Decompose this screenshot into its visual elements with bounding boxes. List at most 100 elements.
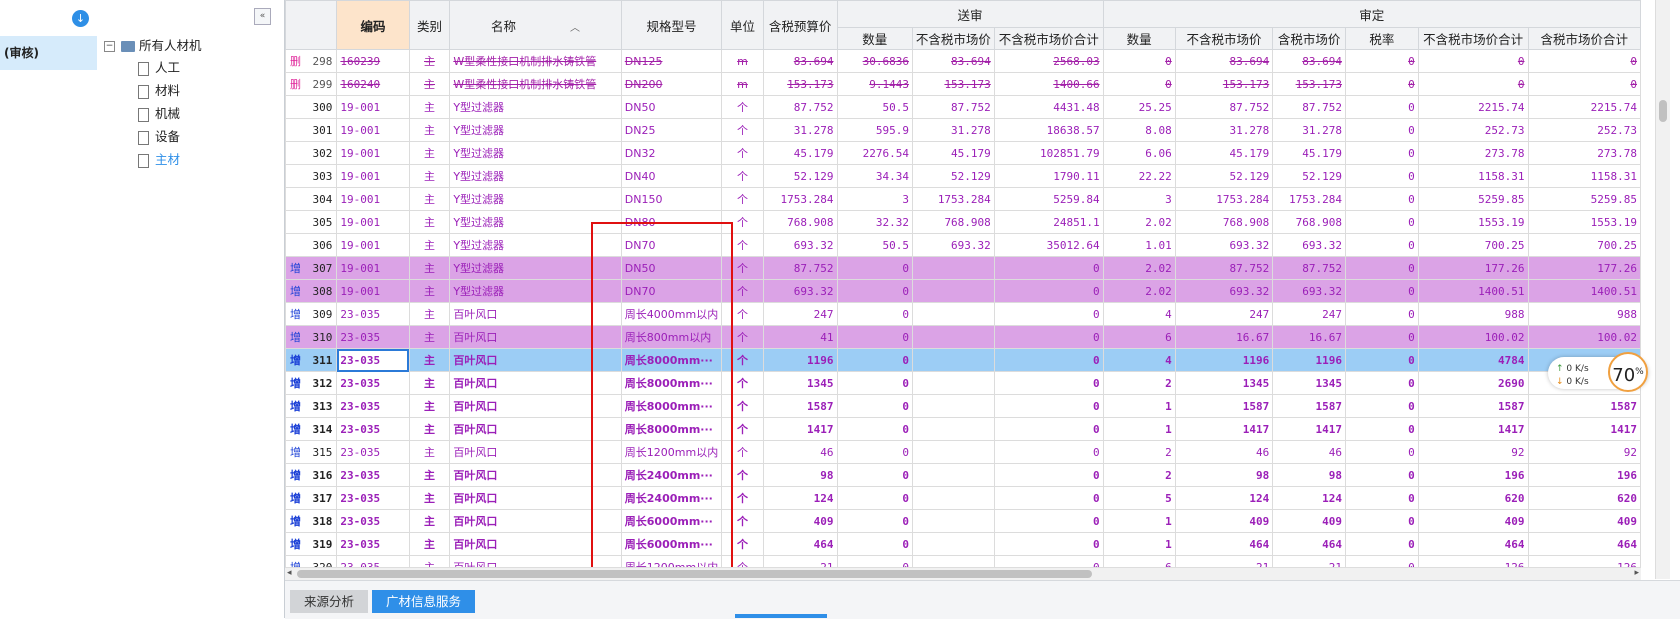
cell-aud-price-tax[interactable]: 153.173 bbox=[1272, 72, 1346, 96]
row-number-cell[interactable]: 306 bbox=[285, 233, 338, 257]
cell-aud-total-tax[interactable]: 409 bbox=[1527, 509, 1641, 533]
tab-guangcai-info-service[interactable]: 广材信息服务 bbox=[372, 590, 476, 613]
cell-category[interactable]: 主 bbox=[408, 348, 451, 372]
cell-aud-price-tax[interactable]: 16.67 bbox=[1272, 325, 1346, 349]
cell-category[interactable]: 主 bbox=[408, 532, 451, 556]
cell-unit[interactable]: 个 bbox=[721, 141, 764, 165]
cell-code[interactable]: 19-001 bbox=[336, 256, 410, 280]
tree-item[interactable]: 设备 bbox=[138, 126, 180, 148]
row-number-cell[interactable]: 增 317 bbox=[285, 486, 338, 510]
cell-spec[interactable]: 周长4000mm以内 bbox=[620, 302, 723, 326]
cell-category[interactable]: 主 bbox=[408, 279, 451, 303]
table-row[interactable]: 增 315 23-035 主百叶风口 周长1200mm以内个 46 0 0 2 46 46 0 92 92 bbox=[285, 440, 1641, 464]
cell-name[interactable]: Y型过滤器 bbox=[449, 118, 622, 142]
cell-aud-rate[interactable]: 0 bbox=[1344, 486, 1419, 510]
cell-aud-price[interactable]: 693.32 bbox=[1174, 279, 1274, 303]
cell-aud-total[interactable]: 988 bbox=[1417, 302, 1529, 326]
header-name[interactable]: 名称 ︿ bbox=[449, 0, 622, 50]
row-number-cell[interactable]: 303 bbox=[285, 164, 338, 188]
cell-category[interactable]: 主 bbox=[408, 233, 451, 257]
cell-spec[interactable]: DN40 bbox=[620, 164, 723, 188]
cell-aud-qty[interactable]: 0 bbox=[1102, 49, 1176, 73]
cell-sub-qty[interactable]: 0 bbox=[836, 463, 913, 487]
cell-category[interactable]: 主 bbox=[408, 486, 451, 510]
cell-name[interactable]: 百叶风口 bbox=[449, 509, 622, 533]
cell-unit[interactable]: 个 bbox=[721, 325, 764, 349]
cell-aud-price-tax[interactable]: 31.278 bbox=[1272, 118, 1346, 142]
header-aud-qty[interactable]: 数量 bbox=[1102, 27, 1176, 50]
cell-sub-total[interactable]: 0 bbox=[993, 463, 1104, 487]
cell-name[interactable]: Y型过滤器 bbox=[449, 141, 622, 165]
cell-budget-price[interactable]: 41 bbox=[762, 325, 838, 349]
cell-code[interactable]: 19-001 bbox=[336, 95, 410, 119]
cell-aud-total[interactable]: 100.02 bbox=[1417, 325, 1529, 349]
row-number-cell[interactable]: 增 312 bbox=[285, 371, 338, 395]
cell-aud-total-tax[interactable]: 1158.31 bbox=[1527, 164, 1641, 188]
cell-code[interactable]: 23-035 bbox=[336, 394, 410, 418]
header-category[interactable]: 类别 bbox=[408, 0, 451, 50]
cell-name[interactable]: Y型过滤器 bbox=[449, 279, 622, 303]
cell-aud-price-tax[interactable]: 124 bbox=[1272, 486, 1346, 510]
cell-sub-qty[interactable]: 0 bbox=[836, 440, 913, 464]
cell-unit[interactable]: 个 bbox=[721, 164, 764, 188]
cell-aud-total-tax[interactable]: 700.25 bbox=[1527, 233, 1641, 257]
cell-spec[interactable]: 周长2400mm··· bbox=[620, 463, 723, 487]
cell-aud-qty[interactable]: 4 bbox=[1102, 348, 1176, 372]
table-row[interactable]: 增 307 19-001 主 Y型过滤器 DN50 个 87.752 0 0 2.02 87.752 8… bbox=[285, 256, 1641, 280]
cell-aud-price-tax[interactable]: 1587 bbox=[1272, 394, 1346, 418]
cell-name[interactable]: 百叶风口 bbox=[449, 325, 622, 349]
cell-budget-price[interactable]: 31.278 bbox=[762, 118, 838, 142]
tree-toggle-icon[interactable]: − bbox=[104, 41, 115, 52]
cell-aud-rate[interactable]: 0 bbox=[1344, 509, 1419, 533]
cell-sub-total[interactable]: 18638.57 bbox=[993, 118, 1104, 142]
cell-aud-price-tax[interactable]: 464 bbox=[1272, 532, 1346, 556]
table-row[interactable]: 增 314 23-035 主百叶风口 周长8000mm··· 个 1417 0 0 1 1417 14… bbox=[285, 417, 1641, 441]
cell-sub-total[interactable]: 0 bbox=[993, 371, 1104, 395]
cell-aud-total-tax[interactable]: 1417 bbox=[1527, 417, 1641, 441]
cell-budget-price[interactable]: 1587 bbox=[762, 394, 838, 418]
cell-unit[interactable]: 个 bbox=[721, 532, 764, 556]
cell-aud-price-tax[interactable]: 45.179 bbox=[1272, 141, 1346, 165]
table-row[interactable]: 增 318 23-035 主百叶风口 周长6000mm··· 个 409 0 0 1 409 409 0… bbox=[285, 509, 1641, 533]
cell-code[interactable]: 160239 bbox=[336, 49, 410, 73]
table-row[interactable]: 增 311 23-035 主百叶风口 周长8000mm··· 个 1196 0 0 4 1196 11… bbox=[285, 348, 1641, 372]
cell-aud-qty[interactable]: 1 bbox=[1102, 394, 1176, 418]
cell-budget-price[interactable]: 87.752 bbox=[762, 95, 838, 119]
cell-sub-total[interactable]: 0 bbox=[993, 394, 1104, 418]
cell-budget-price[interactable]: 21 bbox=[762, 555, 838, 567]
cell-aud-price[interactable]: 45.179 bbox=[1174, 141, 1274, 165]
cell-aud-price[interactable]: 124 bbox=[1174, 486, 1274, 510]
cell-aud-total[interactable]: 92 bbox=[1417, 440, 1529, 464]
cell-aud-total-tax[interactable]: 92 bbox=[1527, 440, 1641, 464]
cell-unit[interactable]: 个 bbox=[721, 256, 764, 280]
cell-aud-price-tax[interactable]: 98 bbox=[1272, 463, 1346, 487]
cell-unit[interactable]: m bbox=[721, 72, 764, 96]
cell-aud-qty[interactable]: 25.25 bbox=[1102, 95, 1176, 119]
cell-category[interactable]: 主 bbox=[408, 72, 451, 96]
cell-category[interactable]: 主 bbox=[408, 210, 451, 234]
cell-name[interactable]: Y型过滤器 bbox=[449, 233, 622, 257]
cell-aud-price[interactable]: 693.32 bbox=[1174, 233, 1274, 257]
cell-unit[interactable]: 个 bbox=[721, 279, 764, 303]
cell-budget-price[interactable]: 124 bbox=[762, 486, 838, 510]
cell-aud-total-tax[interactable]: 0 bbox=[1527, 49, 1641, 73]
tab-source-analysis[interactable]: 来源分析 bbox=[290, 590, 369, 613]
cell-aud-qty[interactable]: 4 bbox=[1102, 302, 1176, 326]
cell-sub-price[interactable] bbox=[911, 371, 995, 395]
cell-sub-total[interactable]: 1790.11 bbox=[993, 164, 1104, 188]
cell-budget-price[interactable]: 45.179 bbox=[762, 141, 838, 165]
cell-aud-qty[interactable]: 2 bbox=[1102, 463, 1176, 487]
memory-usage-circle[interactable]: 70% bbox=[1608, 352, 1648, 392]
table-row[interactable]: 增 309 23-035 主百叶风口 周长4000mm以内个 247 0 0 4 247 247 0 9… bbox=[285, 302, 1641, 326]
cell-aud-rate[interactable]: 0 bbox=[1344, 394, 1419, 418]
cell-aud-total[interactable]: 252.73 bbox=[1417, 118, 1529, 142]
cell-sub-qty[interactable]: 595.9 bbox=[836, 118, 913, 142]
header-unit[interactable]: 单位 bbox=[721, 0, 764, 50]
cell-sub-qty[interactable]: 0 bbox=[836, 348, 913, 372]
cell-code[interactable]: 23-035 bbox=[336, 463, 410, 487]
cell-unit[interactable]: 个 bbox=[721, 302, 764, 326]
cell-aud-price[interactable]: 87.752 bbox=[1174, 256, 1274, 280]
cell-sub-qty[interactable]: 0 bbox=[836, 371, 913, 395]
cell-aud-qty[interactable]: 5 bbox=[1102, 486, 1176, 510]
cell-aud-rate[interactable]: 0 bbox=[1344, 348, 1419, 372]
